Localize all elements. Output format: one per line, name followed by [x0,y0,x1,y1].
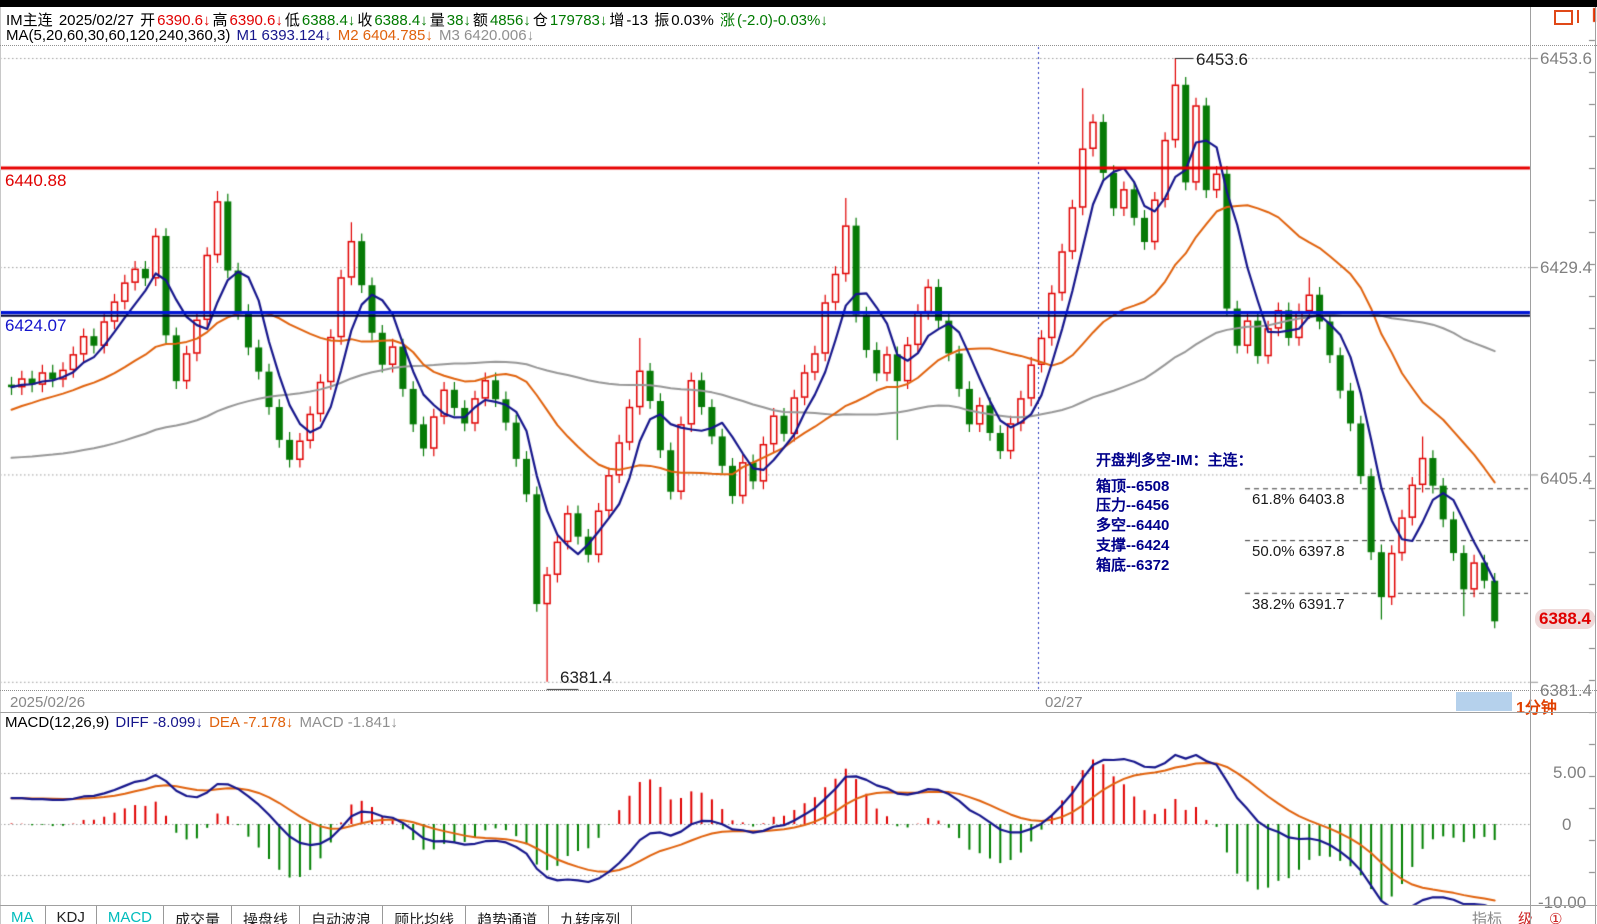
indicator-tab[interactable]: KDJ [46,906,97,924]
indicator-tab[interactable]: 自动波浪 [300,906,384,924]
macd-field: MACD -1.841↓ [299,714,398,731]
macd-field: DEA -7.178↓ [209,714,298,731]
interval-label[interactable]: 1分钟 [1516,694,1557,718]
ma-summary-row: MA(5,20,60,30,60,120,240,360,3) M1 6393.… [6,27,536,44]
annotation-line: 压力--6456 [1096,497,1170,515]
annotation-line: 箱顶--6508 [1096,477,1170,495]
session-date-label: 02/27 [1045,694,1083,711]
indicator-tab[interactable]: MA [0,906,46,924]
trading-terminal-window: IM主连 2025/02/27 开 6390.6↓ 高 6390.6↓ 低 6388.4↓… [0,0,1597,924]
footer-fragment: 指标级 ① [1472,908,1578,924]
panel-border [0,45,1597,46]
annotation-line: 多空--6440 [1096,517,1170,535]
panel-border [0,712,1597,713]
ma-field: M2 6404.785↓ [337,27,438,44]
fib-level-label: 50.0% 6397.8 [1252,543,1345,560]
indicator-tab[interactable]: 操盘线 [232,906,301,924]
price-axis-label: 6453.6 [1540,49,1592,68]
macd-axis-label: 5.00 [1553,763,1587,782]
indicator-tab[interactable]: 成交量 [164,906,233,924]
price-axis-label: 6405.4 [1540,469,1592,488]
time-axis-strip [0,691,1597,712]
macd-field: MACD(12,26,9) [5,714,114,731]
panel-border [0,905,1597,906]
macd-field: DIFF -8.099↓ [115,714,208,731]
macd-summary-row: MACD(12,26,9) DIFF -8.099↓ DEA -7.178↓ M… [5,714,400,731]
annotation-title: 开盘判多空-IM：主连： [1096,452,1253,469]
macd-axis-label: 0 [1562,815,1572,834]
high-callout: 6453.6 [1196,50,1248,69]
panel-border [0,7,1,924]
indicator-tab-bar: MA KDJ MACD 成交量 操盘线 自动波浪 顾比均线 趋势通道 九转序列 [0,906,1530,924]
indicator-tab[interactable]: 趋势通道 [466,906,550,924]
low-callout: 6381.4 [560,668,612,687]
session-date-label: 2025/02/26 [10,694,86,711]
quote-field: 涨 [719,12,735,29]
ma-field: M3 6420.006↓ [439,27,535,44]
window-right-border [1595,7,1596,924]
annotation-line: 箱底--6372 [1096,556,1170,574]
quote-field: 振 [654,12,670,29]
restore-window-icon[interactable] [1554,10,1573,25]
quote-field: 179783↓ [549,12,608,29]
price-axis-label: 6429.4 [1540,258,1592,277]
quote-field: 增 [609,12,625,29]
fib-level-label: 38.2% 6391.7 [1252,596,1345,613]
scrollbar-thumb[interactable] [1456,692,1512,711]
chart-canvas[interactable] [0,0,1597,924]
window-title-bar [0,0,1597,7]
quote-field: -13 [626,12,653,29]
indicator-tab[interactable]: 九转序列 [549,906,633,924]
strategy-annotation: 开盘判多空-IM：主连： 箱顶--6508 压力--6456 多空--6440 … [1096,451,1253,575]
indicator-tab[interactable]: 顾比均线 [383,906,467,924]
ma-field: M1 6393.124↓ [236,27,336,44]
fib-level-label: 61.8% 6403.8 [1252,491,1345,508]
axis-divider [1530,7,1531,924]
quote-field: (-2.0)-0.03%↓ [737,12,828,29]
footer-item: 指标 [1472,911,1503,924]
panel-border [0,690,1597,691]
support-line-label: 6424.07 [5,316,67,335]
resistance-line-label: 6440.88 [5,171,67,190]
quote-field: 0.03% [671,12,718,29]
last-price-badge: 6388.4 [1535,609,1595,629]
annotation-line: 支撑--6424 [1096,536,1170,554]
window-edge-marker-icon [1574,10,1579,23]
footer-item: ① [1549,911,1563,924]
indicator-tab[interactable]: MACD [97,906,165,924]
ma-field: MA(5,20,60,30,60,120,240,360,3) [6,27,235,44]
